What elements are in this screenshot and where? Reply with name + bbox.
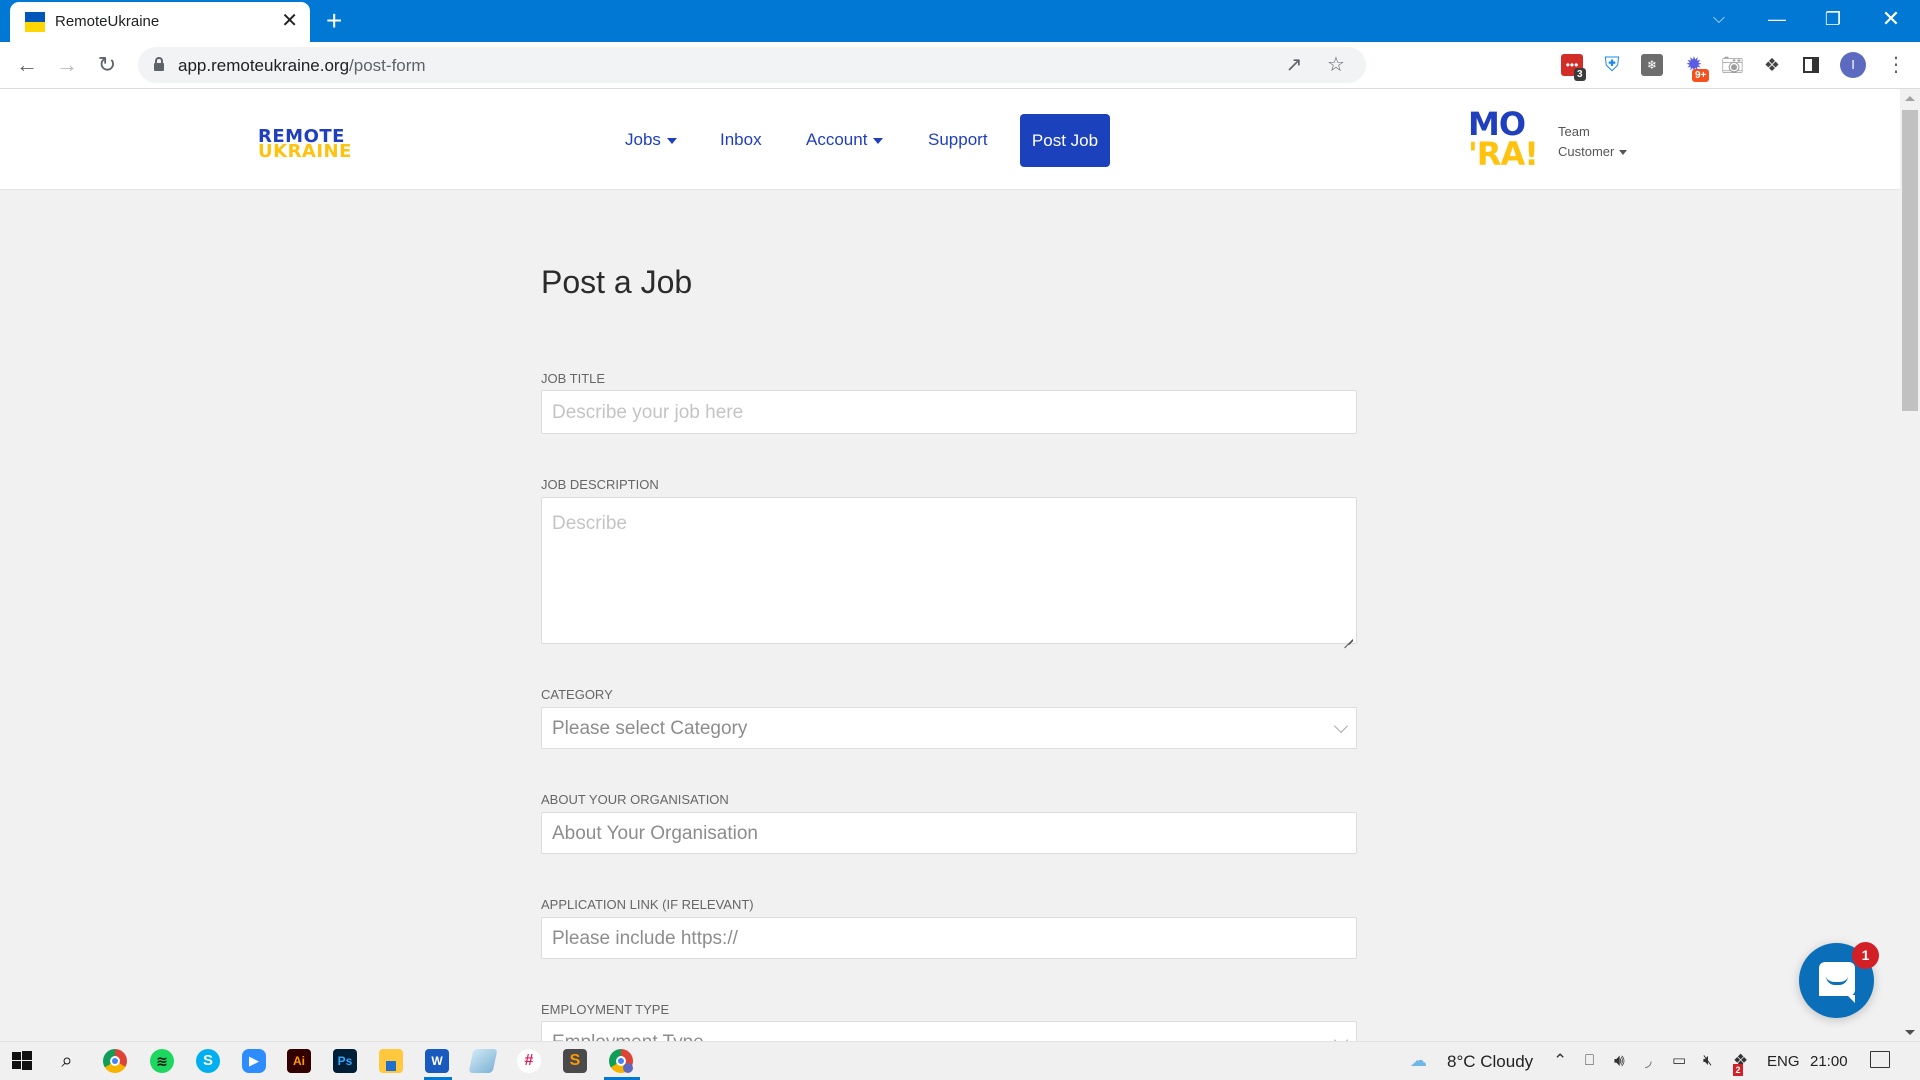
lastpass-badge: 3 <box>1574 68 1586 81</box>
page-scrollbar[interactable] <box>1900 89 1920 1041</box>
slack-app-icon[interactable]: # <box>517 1049 541 1073</box>
site-header: REMOTE UKRAINE Jobs Inbox Account Suppor… <box>0 89 1900 190</box>
photoshop-app-icon[interactable]: Ps <box>333 1049 357 1073</box>
speaker-tray-icon[interactable]: 🔊︎ <box>1614 1051 1625 1071</box>
category-label: CATEGORY <box>541 687 613 702</box>
chevron-down-icon <box>1619 150 1628 156</box>
zoom-app-icon[interactable]: ▶ <box>242 1049 266 1073</box>
page-viewport: REMOTE UKRAINE Jobs Inbox Account Suppor… <box>0 89 1900 1041</box>
job-description-textarea[interactable]: Describe <box>541 497 1357 644</box>
user-menu[interactable]: Team Customer <box>1558 122 1628 162</box>
browser-title-bar: RemoteUkraine ✕ + ⌵ — ❐ ✕ <box>0 0 1920 42</box>
close-window-button[interactable]: ✕ <box>1876 6 1906 32</box>
job-title-input[interactable]: Describe your job here <box>541 390 1357 434</box>
tab-close-icon[interactable]: ✕ <box>281 10 298 32</box>
nav-account[interactable]: Account <box>806 130 884 150</box>
category-select[interactable]: Please select Category <box>541 707 1357 749</box>
share-icon[interactable]: ↗ <box>1282 53 1306 77</box>
tab-title: RemoteUkraine <box>55 13 160 30</box>
organisation-logo: MO 'RA! <box>1468 105 1539 173</box>
chevron-down-icon <box>873 137 884 144</box>
ukraine-flag-favicon-icon <box>25 12 45 32</box>
address-bar[interactable]: app.remoteukraine.org/post-form ↗ ☆ <box>138 47 1366 83</box>
new-tab-button[interactable]: + <box>326 6 342 36</box>
reload-icon[interactable]: ↻ <box>92 50 122 80</box>
windows-taskbar: ⌕ ≋ S ▶ Ai Ps W # S ☁ 8°C Cloudy ⌃ ⎕ 🔊︎ … <box>0 1041 1920 1080</box>
nav-jobs[interactable]: Jobs <box>625 130 677 150</box>
meet-now-icon[interactable]: ⎕ <box>1585 1051 1594 1071</box>
scroll-up-arrow-icon[interactable] <box>1905 96 1915 101</box>
extensions-puzzle-icon[interactable]: ❖ <box>1761 54 1783 76</box>
chat-bubble-icon <box>1819 962 1855 1003</box>
tab-search-button[interactable]: ⌵ <box>1704 6 1734 32</box>
sublime-text-app-icon[interactable]: S <box>563 1049 587 1073</box>
chevron-down-icon <box>1333 1032 1349 1041</box>
weather-cloud-icon[interactable]: ☁ <box>1410 1051 1427 1071</box>
nav-support[interactable]: Support <box>928 130 988 150</box>
windows-start-icon[interactable] <box>10 1049 34 1073</box>
bookmark-star-icon[interactable]: ☆ <box>1324 53 1348 77</box>
side-panel-icon[interactable] <box>1800 54 1822 76</box>
user-role-label: Customer <box>1558 144 1615 159</box>
camera-extension-icon[interactable]: 📷︎ <box>1721 54 1744 76</box>
lock-icon[interactable] <box>154 57 164 71</box>
vpn-shield-extension-icon[interactable]: ⛨ <box>1601 54 1623 76</box>
skype-app-icon[interactable]: S <box>196 1049 220 1073</box>
word-app-icon[interactable]: W <box>425 1049 449 1073</box>
url-text[interactable]: app.remoteukraine.org/post-form <box>178 56 426 76</box>
about-organisation-label: ABOUT YOUR ORGANISATION <box>541 792 729 807</box>
scrollbar-thumb[interactable] <box>1902 110 1918 411</box>
battery-charging-icon[interactable]: ▭ <box>1672 1051 1686 1071</box>
illustrator-app-icon[interactable]: Ai <box>287 1049 311 1073</box>
browser-tab[interactable]: RemoteUkraine ✕ <box>10 2 310 42</box>
browser-toolbar: ← → ↻ app.remoteukraine.org/post-form ↗ … <box>0 42 1920 89</box>
page-title: Post a Job <box>541 264 693 300</box>
chevron-down-icon <box>1333 718 1349 734</box>
file-explorer-icon[interactable] <box>379 1049 403 1073</box>
employment-type-label: EMPLOYMENT TYPE <box>541 1002 670 1017</box>
about-organisation-input[interactable]: About Your Organisation <box>541 812 1357 854</box>
restore-button[interactable]: ❐ <box>1818 6 1848 32</box>
nav-inbox[interactable]: Inbox <box>720 130 762 150</box>
chevron-down-icon <box>666 137 677 144</box>
application-link-input[interactable]: Please include https:// <box>541 917 1357 959</box>
user-team-label: Team <box>1558 124 1590 139</box>
burst-badge: 9+ <box>1692 69 1710 82</box>
chrome-app-icon[interactable] <box>103 1049 127 1073</box>
chrome-menu-icon[interactable]: ⋮ <box>1886 50 1906 80</box>
notifications-icon[interactable] <box>1870 1051 1890 1068</box>
language-indicator[interactable]: ENG <box>1767 1053 1800 1070</box>
job-description-label: JOB DESCRIPTION <box>541 477 659 492</box>
volume-muted-icon[interactable]: 🔇︎ <box>1703 1051 1712 1071</box>
show-hidden-icons-chevron-icon[interactable]: ⌃ <box>1553 1051 1567 1071</box>
search-icon[interactable]: ⌕ <box>55 1049 79 1073</box>
employment-type-select[interactable]: Employment Type <box>541 1021 1357 1041</box>
dropbox-badge: 2 <box>1733 1064 1743 1076</box>
minimize-button[interactable]: — <box>1762 6 1792 32</box>
chat-unread-badge: 1 <box>1852 942 1879 969</box>
post-job-button[interactable]: Post Job <box>1020 114 1110 167</box>
back-arrow-icon[interactable]: ← <box>12 50 42 80</box>
clock[interactable]: 21:00 <box>1810 1053 1848 1070</box>
wifi-icon[interactable]: ◞ <box>1645 1051 1652 1071</box>
resize-handle-icon[interactable] <box>1343 630 1353 640</box>
chrome-profile-app-icon[interactable] <box>609 1049 633 1073</box>
notepad-app-icon[interactable] <box>468 1049 498 1073</box>
forward-arrow-icon[interactable]: → <box>52 50 82 80</box>
job-title-label: JOB TITLE <box>541 371 606 386</box>
spotify-app-icon[interactable]: ≋ <box>150 1049 174 1073</box>
weather-text[interactable]: 8°C Cloudy <box>1447 1052 1533 1072</box>
hubspot-extension-icon[interactable]: ❄ <box>1641 54 1663 76</box>
scroll-down-arrow-icon[interactable] <box>1905 1030 1915 1035</box>
profile-avatar[interactable]: I <box>1840 52 1866 78</box>
remote-ukraine-logo[interactable]: REMOTE UKRAINE <box>258 128 352 161</box>
application-link-label: APPLICATION LINK (IF RELEVANT) <box>541 897 754 912</box>
